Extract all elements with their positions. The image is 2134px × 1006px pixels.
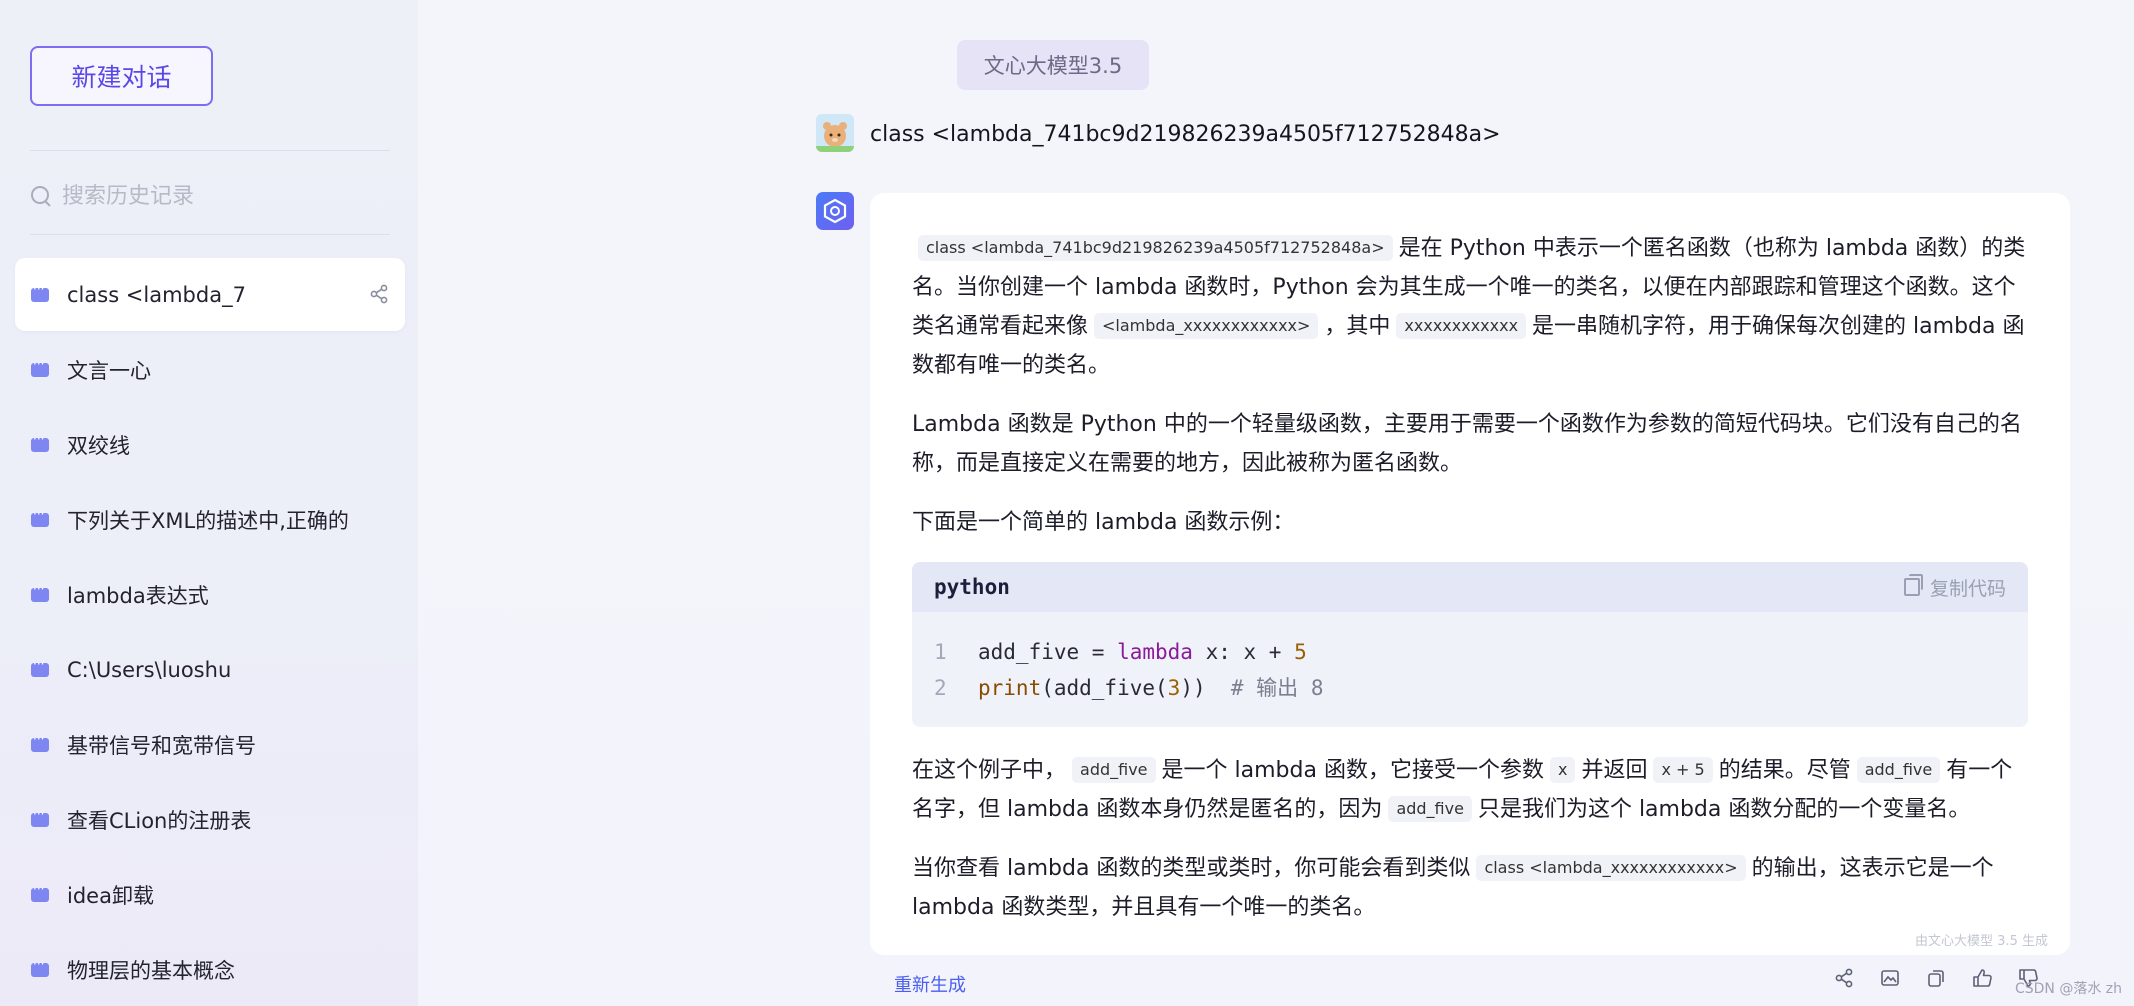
text: 是一个 lambda 函数，它接受一个参数 — [1161, 758, 1544, 783]
chat-icon — [31, 732, 49, 752]
chat-icon — [31, 507, 49, 527]
sidebar: 新建对话 class <lambda_7 文言一心 双绞线 — [0, 0, 418, 1006]
chat-icon — [31, 807, 49, 827]
thumbs-up-icon[interactable] — [1970, 966, 1994, 990]
history-item-label: 双绞线 — [67, 433, 130, 458]
history-item[interactable]: lambda表达式 — [15, 558, 405, 631]
copy-code-button[interactable]: 复制代码 — [1903, 574, 2006, 601]
text: 的结果。尽管 — [1718, 758, 1851, 783]
history-item[interactable]: 物理层的基本概念 — [15, 933, 405, 1006]
sidebar-divider — [30, 150, 390, 151]
history-item-label: 基带信号和宽带信号 — [67, 733, 256, 758]
chat-icon — [31, 957, 49, 977]
sidebar-divider — [30, 234, 390, 235]
history-item[interactable]: C:\Users\luoshu — [15, 633, 405, 706]
history-item-label: 文言一心 — [67, 358, 151, 383]
message-actions — [1832, 966, 2040, 990]
history-item-label: class <lambda_7 — [67, 282, 246, 307]
user-message: class <lambda_741bc9d219826239a4505f7127… — [870, 122, 1501, 147]
bot-avatar — [816, 192, 854, 230]
generated-by-label: 由文心大模型 3.5 生成 — [1915, 934, 2048, 949]
answer-paragraph: 下面是一个简单的 lambda 函数示例： — [912, 510, 1295, 535]
history-item-label: idea卸载 — [67, 883, 154, 908]
search-input[interactable] — [62, 183, 362, 209]
code-text: x: x + — [1192, 640, 1295, 664]
copy-icon — [1903, 574, 1923, 596]
image-icon[interactable] — [1878, 966, 1902, 990]
chat-icon — [31, 432, 49, 452]
chat-icon — [31, 282, 49, 302]
answer-card: class <lambda_741bc9d219826239a4505f7127… — [870, 193, 2070, 955]
inline-code: add_five — [1388, 796, 1472, 822]
copy-icon[interactable] — [1924, 966, 1948, 990]
history-item-label: 下列关于XML的描述中,正确的 — [67, 508, 349, 533]
history-item[interactable]: class <lambda_7 — [15, 258, 405, 331]
history-item-label: C:\Users\luoshu — [67, 657, 232, 682]
line-number: 1 — [934, 640, 947, 664]
line-number: 2 — [934, 676, 947, 700]
history-item[interactable]: 下列关于XML的描述中,正确的 — [15, 483, 405, 556]
code-comment: # 输出 8 — [1230, 676, 1324, 700]
answer-paragraph: 当你查看 lambda 函数的类型或类时，你可能会看到类似 class <lamb… — [912, 849, 2028, 927]
inline-code: class <lambda_741bc9d219826239a4505f7127… — [918, 235, 1393, 261]
text: 在这个例子中， — [912, 758, 1067, 783]
inline-code: add_five — [1072, 757, 1156, 783]
code-line: 2 print (add_five(3)) # 输出 8 — [934, 670, 2006, 706]
history-item-label: 物理层的基本概念 — [67, 958, 235, 983]
code-function: print — [978, 676, 1042, 700]
answer-paragraph: Lambda 函数是 Python 中的一个轻量级函数，主要用于需要一个函数作为… — [912, 412, 2022, 476]
text: 只是我们为这个 lambda 函数分配的一个变量名。 — [1477, 797, 1971, 822]
inline-code: add_five — [1856, 757, 1941, 783]
history-item[interactable]: 查看CLion的注册表 — [15, 783, 405, 856]
inline-code: x — [1549, 757, 1576, 783]
history-item[interactable]: 双绞线 — [15, 408, 405, 481]
code-text: (add_five( — [1041, 676, 1168, 700]
history-item-label: lambda表达式 — [67, 583, 209, 608]
copy-code-label: 复制代码 — [1929, 577, 2006, 600]
code-line: 1 add_five = lambda x: x + 5 — [934, 634, 2006, 670]
text: 并返回 — [1581, 758, 1648, 783]
chat-icon — [31, 357, 49, 377]
chat-icon — [31, 882, 49, 902]
share-icon[interactable] — [1832, 966, 1856, 990]
chat-icon — [31, 657, 49, 677]
code-header: python 复制代码 — [912, 562, 2028, 612]
code-number: 5 — [1294, 640, 1307, 664]
user-avatar — [816, 114, 854, 152]
new-chat-button[interactable]: 新建对话 — [30, 46, 213, 106]
search-bar[interactable] — [30, 178, 390, 214]
code-body: 1 add_five = lambda x: x + 5 2 print (add_f… — [912, 612, 2028, 727]
csdn-watermark: CSDN @落水 zh — [2014, 981, 2122, 997]
inline-code: xxxxxxxxxxxx — [1396, 313, 1527, 339]
code-block: python 复制代码 1 add_five = lambda x: x + 5 … — [912, 562, 2028, 727]
inline-code: class <lambda_xxxxxxxxxxxx> — [1476, 855, 1746, 881]
code-keyword: lambda — [1117, 640, 1193, 664]
code-number: 3 — [1167, 676, 1181, 700]
history-item[interactable]: 文言一心 — [15, 333, 405, 406]
answer-paragraph: class <lambda_741bc9d219826239a4505f7127… — [912, 229, 2028, 385]
ernie-logo-icon — [823, 198, 847, 224]
code-text: add_five = — [978, 640, 1118, 664]
model-selector[interactable]: 文心大模型3.5 — [957, 40, 1149, 90]
regenerate-button[interactable]: 重新生成 — [894, 971, 966, 997]
text: ，其中 — [1324, 314, 1391, 339]
history-item[interactable]: idea卸载 — [15, 858, 405, 931]
history-list: class <lambda_7 文言一心 双绞线 下列关于XML的描述中,正确的… — [15, 258, 405, 1006]
history-item[interactable]: 基带信号和宽带信号 — [15, 708, 405, 781]
search-icon — [30, 185, 52, 207]
answer-paragraph: 在这个例子中， add_five 是一个 lambda 函数，它接受一个参数 x 并返回… — [912, 751, 2028, 829]
text: 当你查看 lambda 函数的类型或类时，你可能会看到类似 — [912, 856, 1471, 881]
inline-code: <lambda_xxxxxxxxxxxx> — [1094, 313, 1319, 339]
code-text: )) — [1180, 676, 1231, 700]
history-item-label: 查看CLion的注册表 — [67, 808, 252, 833]
code-language: python — [934, 575, 1010, 599]
share-icon[interactable] — [369, 284, 389, 304]
chat-icon — [31, 582, 49, 602]
inline-code: x + 5 — [1653, 757, 1713, 783]
